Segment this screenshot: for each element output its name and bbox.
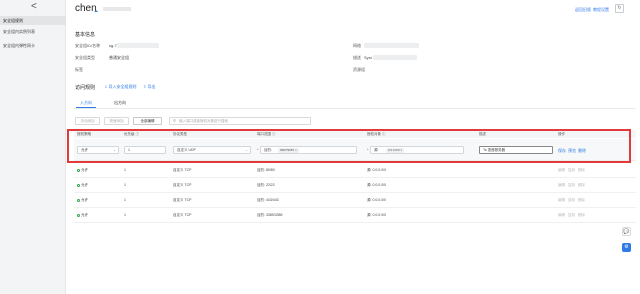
object-cell: 源: 0.0.0.0/0 [367,168,387,172]
sg-id-label: 安全组ID/名称 [75,43,101,48]
tabs-divider [74,108,636,109]
row-delete-link[interactable]: 删除 [578,198,585,203]
priority-cell: 1 [124,213,126,217]
sidebar-item-instances[interactable]: 安全组内实例列表 [0,27,66,36]
policy-cell: 允许 [77,198,88,203]
row-copy-link[interactable]: 复制 [568,213,575,218]
priority-cell: 1 [124,168,126,172]
protocol-cell: 自定义 TCP [173,183,192,187]
table-row: 允许 1 自定义 TCP 目的: 22/22 源: 0.0.0.0/0 编辑 复… [74,178,636,193]
rule-search-input[interactable]: ⚲ 输入端口或者授权对象进行搜索 [169,117,311,125]
port-cell: 目的: 3389/3389 [257,213,283,217]
main-panel: chen ☁ 返回旧版 教程设置 ↻ 基本信息 安全组ID/名称 sg-7 安全… [66,0,640,294]
port-cell: 目的: 443/443 [257,198,279,202]
back-to-old-link[interactable]: 返回旧版 [575,7,591,13]
cloud-icon: ☁ [94,8,98,13]
allow-status-icon [77,168,80,172]
allow-status-icon [77,213,80,217]
allow-status-icon [77,198,80,202]
priority-cell: 1 [124,198,126,202]
policy-cell: 允许 [77,168,88,173]
back-icon[interactable]: < [31,2,37,12]
sidebar-item-rules[interactable]: 安全组规则 [0,16,66,25]
row-edit-link[interactable]: 编辑 [558,213,565,218]
access-rules-title: 访问规则 [75,85,96,91]
priority-cell: 1 [124,183,126,187]
sg-type-value: 普通安全组 [109,55,129,60]
object-cell: 源: 0.0.0.0/0 [367,198,387,202]
row-delete-link[interactable]: 删除 [578,213,585,218]
export-label: 导出 [147,84,156,89]
table-row: 允许 1 自定义 TCP 目的: 3389/3389 源: 0.0.0.0/0 … [74,208,636,223]
redacted-value [117,43,159,48]
quick-add-button[interactable]: 快速添加 [104,117,129,125]
port-cell: 目的: 22/22 [257,183,275,187]
description-label: 描述 [353,55,361,60]
export-link[interactable]: ⇧ 导出 [143,84,155,90]
basic-info-title: 基本信息 [75,32,96,38]
protocol-cell: 自定义 TCP [173,168,192,172]
row-edit-link[interactable]: 编辑 [558,198,565,203]
highlight-box [67,129,631,163]
row-edit-link[interactable]: 编辑 [558,183,565,188]
settings-link[interactable]: 教程设置 [593,7,609,13]
table-row: 允许 1 自定义 TCP 目的: 80/80 源: 0.0.0.0/0 编辑 复… [74,163,636,178]
sg-type-label: 安全组类型 [75,55,95,60]
policy-text: 允许 [81,213,88,217]
refresh-icon[interactable]: ↻ [615,4,624,13]
protocol-cell: 自定义 TCP [173,198,192,202]
tab-inbound[interactable]: 入方向 [80,100,92,106]
row-delete-link[interactable]: 删除 [578,183,585,188]
manual-add-button[interactable]: 手动添加 [75,117,100,125]
tab-outbound[interactable]: 出方向 [114,100,126,106]
chat-icon[interactable]: 💬 [622,227,631,236]
row-copy-link[interactable]: 复制 [568,183,575,188]
object-cell: 源: 0.0.0.0/0 [367,183,387,187]
description-value: Syst [364,55,372,60]
search-icon: ⚲ [173,118,176,123]
tab-active-indicator [76,107,96,108]
import-rules-link[interactable]: ⇩ 导入安全组规则 [104,84,136,90]
search-placeholder: 输入端口或者授权对象进行搜索 [179,119,228,123]
resource-group-label: 资源组 [353,67,365,72]
help-icon[interactable]: ⚙ [622,243,631,252]
policy-cell: 允许 [77,183,88,188]
allow-status-icon [77,183,80,187]
sidebar: < 安全组规则 安全组内实例列表 安全组内弹性网卡 [0,0,66,294]
table-row: 允许 1 自定义 TCP 目的: 443/443 源: 0.0.0.0/0 编辑… [74,193,636,208]
sidebar-item-enis[interactable]: 安全组内弹性网卡 [0,41,66,50]
row-delete-link[interactable]: 删除 [578,168,585,173]
row-copy-link[interactable]: 复制 [568,198,575,203]
policy-text: 允许 [81,168,88,172]
redacted-description [373,55,417,60]
row-edit-link[interactable]: 编辑 [558,168,565,173]
object-cell: 源: 0.0.0.0/0 [367,213,387,217]
network-label: 网络 [353,43,361,48]
policy-text: 允许 [81,183,88,187]
policy-cell: 允许 [77,213,88,218]
protocol-cell: 自定义 TCP [173,213,192,217]
redacted-id [103,7,131,11]
port-cell: 目的: 80/80 [257,168,275,172]
row-copy-link[interactable]: 复制 [568,168,575,173]
tags-label: 标签 [75,67,83,72]
policy-text: 允许 [81,198,88,202]
edit-all-button[interactable]: 全部编辑 [133,117,162,125]
import-rules-label: 导入安全组规则 [108,84,137,89]
redacted-network [364,43,419,48]
sg-id-value: sg-7 [109,43,117,48]
